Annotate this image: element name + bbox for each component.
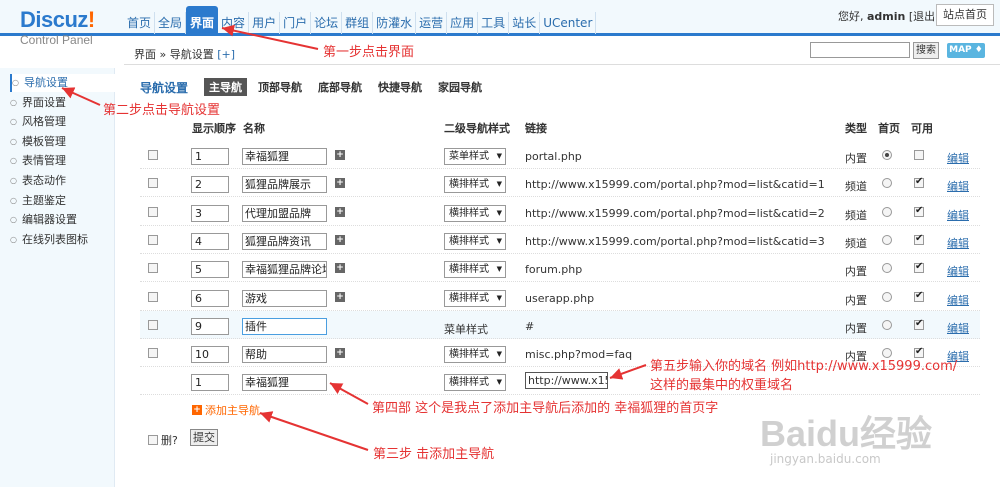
arrow-step3	[259, 411, 369, 451]
annotation-arrows	[61, 24, 647, 451]
arrow-step4	[329, 382, 369, 405]
arrow-step5	[609, 364, 647, 380]
arrow-step2	[61, 87, 101, 106]
arrow-step1	[221, 24, 319, 50]
